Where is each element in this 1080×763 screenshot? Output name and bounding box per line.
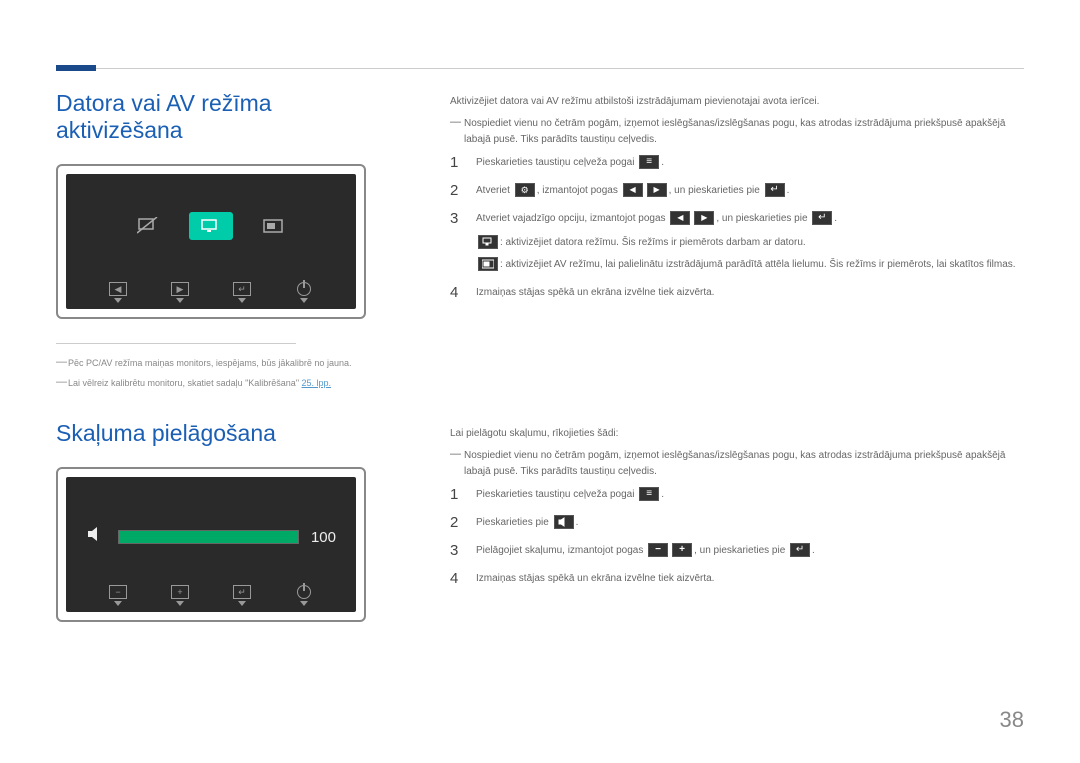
right-arrow-icon <box>694 211 714 225</box>
nav-enter-button: ↵ <box>220 282 264 303</box>
nav-plus-button: + <box>158 585 202 606</box>
nav-left-button: ◀ <box>96 282 140 303</box>
header-accent <box>56 65 96 71</box>
osd-pc-mode-icon <box>189 212 233 240</box>
step3-text-b: , un pieskarieties pie <box>694 545 788 556</box>
speaker-button-icon <box>554 515 574 529</box>
volume-value: 100 <box>311 529 336 546</box>
step3-sub2: : aktivizējiet AV režīmu, lai palielināt… <box>500 259 1016 270</box>
step-number: 3 <box>450 210 462 227</box>
osd-source-off-icon <box>127 212 171 240</box>
step-number: 4 <box>450 284 462 301</box>
step-number: 3 <box>450 542 462 559</box>
page-number: 38 <box>1000 707 1024 733</box>
nav-power-button <box>282 585 326 606</box>
section2-title: Skaļuma pielāgošana <box>56 420 396 447</box>
enter-icon <box>812 211 832 225</box>
speaker-icon <box>86 525 106 549</box>
step4-text: Izmaiņas stājas spēkā un ekrāna izvēlne … <box>476 570 1024 588</box>
enter-icon <box>765 183 785 197</box>
section2-step3: 3 Pielāgojiet skaļumu, izmantojot pogas … <box>450 542 1024 560</box>
section1-right: Aktivizējiet datora vai AV režīmu atbils… <box>450 94 1024 312</box>
menu-icon <box>639 487 659 501</box>
step4-text: Izmaiņas stājas spēkā un ekrāna izvēlne … <box>476 284 1024 302</box>
nav-power-button <box>282 282 326 303</box>
section1-intro: Aktivizējiet datora vai AV režīmu atbils… <box>450 94 1024 110</box>
step-number: 1 <box>450 486 462 503</box>
osd-av-mode-icon <box>251 212 295 240</box>
left-arrow-icon <box>623 183 643 197</box>
monitor-illustration-2: 100 − + ↵ <box>56 467 366 622</box>
monitor-illustration-1: ◀ ▶ ↵ <box>56 164 366 319</box>
step2-text: Pieskarieties pie <box>476 517 552 528</box>
section2-step1: 1 Pieskarieties taustiņu ceļveža pogai . <box>450 486 1024 504</box>
step3-text-a: Pielāgojiet skaļumu, izmantojot pogas <box>476 545 646 556</box>
left-arrow-icon <box>670 211 690 225</box>
step-number: 4 <box>450 570 462 587</box>
step2-text-b: , izmantojot pogas <box>537 185 621 196</box>
pc-mode-icon <box>478 235 498 249</box>
minus-icon <box>648 543 668 557</box>
footnote-2: Lai vēlreiz kalibrētu monitoru, skatiet … <box>56 378 396 388</box>
nav-enter-button: ↵ <box>220 585 264 606</box>
section2-note: Nospiediet vienu no četrām pogām, izņemo… <box>450 448 1024 480</box>
section2-left: Skaļuma pielāgošana 100 − + ↵ <box>56 420 396 622</box>
section2-step2: 2 Pieskarieties pie . <box>450 514 1024 532</box>
section2-step4: 4 Izmaiņas stājas spēkā un ekrāna izvēln… <box>450 570 1024 588</box>
enter-icon <box>790 543 810 557</box>
divider <box>56 343 296 344</box>
step3-text-b: , un pieskarieties pie <box>716 213 810 224</box>
footnote-1: Pēc PC/AV režīma maiņas monitors, iespēj… <box>56 358 396 368</box>
right-arrow-icon <box>647 183 667 197</box>
section1-title: Datora vai AV režīma aktivizēšana <box>56 90 396 144</box>
volume-bar <box>118 530 299 544</box>
section1-step1: 1 Pieskarieties taustiņu ceļveža pogai . <box>450 154 1024 172</box>
step2-text-a: Atveriet <box>476 185 513 196</box>
section1-note: Nospiediet vienu no četrām pogām, izņemo… <box>450 116 1024 148</box>
section2-intro: Lai pielāgotu skaļumu, rīkojieties šādi: <box>450 426 1024 442</box>
section1-left: Datora vai AV režīma aktivizēšana ◀ ▶ ↵ <box>56 90 396 398</box>
step1-text: Pieskarieties taustiņu ceļveža pogai <box>476 489 637 500</box>
av-mode-icon <box>478 257 498 271</box>
plus-icon <box>672 543 692 557</box>
step-number: 2 <box>450 182 462 199</box>
step2-text-c: , un pieskarieties pie <box>669 185 763 196</box>
step-number: 1 <box>450 154 462 171</box>
step3-text-a: Atveriet vajadzīgo opciju, izmantojot po… <box>476 213 668 224</box>
section1-step3: 3 Atveriet vajadzīgo opciju, izmantojot … <box>450 210 1024 274</box>
settings-icon <box>515 183 535 197</box>
menu-icon <box>639 155 659 169</box>
section1-step2: 2 Atveriet , izmantojot pogas , un piesk… <box>450 182 1024 200</box>
header-rule <box>56 68 1024 69</box>
step1-text: Pieskarieties taustiņu ceļveža pogai <box>476 157 637 168</box>
footnote-2-text: Lai vēlreiz kalibrētu monitoru, skatiet … <box>68 378 302 388</box>
section2-right: Lai pielāgotu skaļumu, rīkojieties šādi:… <box>450 426 1024 598</box>
footnote-link[interactable]: 25. lpp. <box>302 378 332 388</box>
step-number: 2 <box>450 514 462 531</box>
step3-sub1: : aktivizējiet datora režīmu. Šis režīms… <box>500 237 806 248</box>
nav-right-button: ▶ <box>158 282 202 303</box>
section1-step4: 4 Izmaiņas stājas spēkā un ekrāna izvēln… <box>450 284 1024 302</box>
nav-minus-button: − <box>96 585 140 606</box>
